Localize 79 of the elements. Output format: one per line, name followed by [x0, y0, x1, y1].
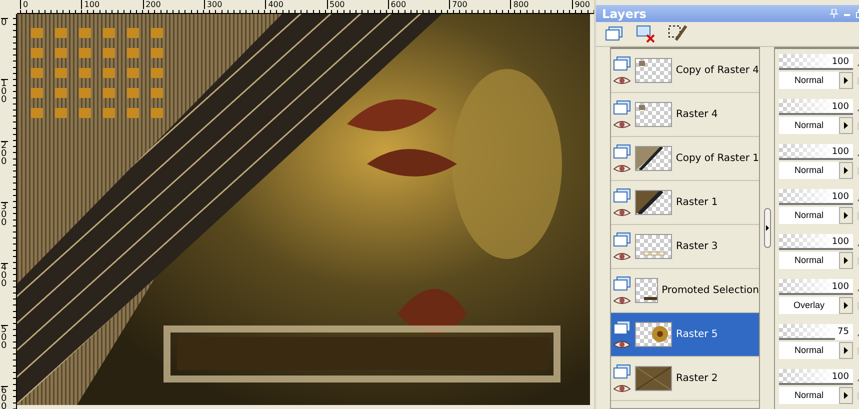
dropdown-arrow-icon [844, 346, 848, 354]
layer-row[interactable]: Raster 2 [611, 357, 759, 401]
blend-mode-dropdown[interactable]: Normal [779, 72, 853, 88]
dropdown-arrow-icon [844, 256, 848, 264]
layer-row[interactable]: Raster 3 [611, 225, 759, 269]
layer-icon [605, 26, 623, 42]
layer-name: Copy of Raster 1 [676, 153, 759, 164]
ruler-label: 0 [20, 0, 28, 9]
opacity-slider[interactable]: 100 [779, 278, 853, 294]
layer-name: Raster 2 [676, 373, 718, 384]
layer-row[interactable]: Raster 5 [611, 313, 759, 357]
layer-icon [613, 100, 631, 116]
ruler-label: 200 [142, 0, 161, 9]
layer-name: Copy of Raster 4 [676, 65, 759, 76]
blend-mode-dropdown[interactable]: Normal [779, 252, 853, 268]
layer-name: Raster 1 [676, 197, 718, 208]
opacity-slider[interactable]: 75 [779, 324, 853, 340]
layer-name: Raster 4 [676, 109, 718, 120]
ruler-label: 500 [326, 0, 345, 9]
ruler-label: 100 [81, 0, 100, 9]
ruler-label: 800 [510, 0, 529, 9]
layer-row[interactable]: Raster 4 [611, 93, 759, 137]
layer-icon [613, 188, 631, 204]
ruler-label: 600 [388, 0, 406, 9]
ruler-label: 700 [449, 0, 468, 9]
layer-thumbnail [635, 366, 672, 391]
layer-name: Promoted Selection [662, 285, 759, 296]
layer-row[interactable]: Raster 1 [611, 181, 759, 225]
panel-title: Layers [602, 6, 646, 21]
blend-mode-dropdown[interactable]: Normal [779, 116, 853, 134]
layer-thumbnail [635, 58, 672, 83]
opacity-slider[interactable]: 100 [779, 144, 853, 160]
layer-name: Raster 3 [676, 241, 718, 252]
eye-icon[interactable] [613, 208, 631, 217]
layer-name: Raster 5 [676, 329, 718, 340]
eye-icon[interactable] [613, 296, 631, 305]
layer-thumbnail [635, 190, 672, 215]
layer-icon [613, 232, 631, 248]
layer-thumbnail [635, 102, 672, 127]
layer-thumbnail [635, 278, 658, 303]
eye-icon[interactable] [613, 252, 631, 261]
opacity-slider[interactable]: 100 [779, 188, 853, 204]
dropdown-arrow-icon [844, 302, 848, 308]
opacity-slider[interactable]: 100 [779, 98, 853, 114]
blend-mode-dropdown[interactable]: Normal [779, 162, 853, 178]
opacity-slider[interactable]: 100 [779, 54, 853, 70]
blend-mode-dropdown[interactable]: Normal [779, 206, 853, 224]
dropdown-arrow-icon [844, 212, 848, 218]
dropdown-arrow-icon [844, 76, 848, 84]
blend-mode-dropdown[interactable]: Overlay [779, 296, 853, 314]
eye-icon[interactable] [613, 164, 631, 173]
eye-icon[interactable] [613, 120, 631, 129]
ruler-label: 300 [204, 0, 222, 9]
layer-icon [613, 320, 631, 336]
opacity-slider[interactable]: 100 [779, 368, 853, 384]
delete-layer-icon [636, 25, 656, 44]
pin-icon[interactable] [830, 9, 838, 18]
opacity-slider[interactable]: 100 [779, 234, 853, 250]
selection-brush-icon [668, 25, 688, 44]
layer-icon [613, 144, 631, 160]
eye-icon[interactable] [613, 76, 631, 85]
dropdown-arrow-icon [844, 122, 848, 128]
layer-icon [613, 56, 631, 72]
layer-icon [613, 364, 631, 380]
layer-thumbnail [635, 322, 672, 347]
ruler-label: 900 [572, 0, 590, 9]
dropdown-arrow-icon [844, 166, 848, 174]
dropdown-arrow-icon [844, 392, 848, 398]
ruler-label: 400 [265, 0, 284, 9]
splitter-handle[interactable] [764, 208, 770, 248]
blend-mode-dropdown[interactable]: Normal [779, 386, 853, 404]
layer-thumbnail [635, 234, 672, 259]
blend-mode-dropdown[interactable]: Normal [779, 342, 853, 358]
eye-icon[interactable] [613, 340, 631, 349]
layer-thumbnail [635, 146, 672, 171]
layer-row[interactable]: Copy of Raster 1 [611, 137, 759, 181]
layer-row[interactable]: Copy of Raster 4 [611, 49, 759, 93]
eye-icon[interactable] [613, 384, 631, 393]
layer-icon [613, 276, 631, 292]
